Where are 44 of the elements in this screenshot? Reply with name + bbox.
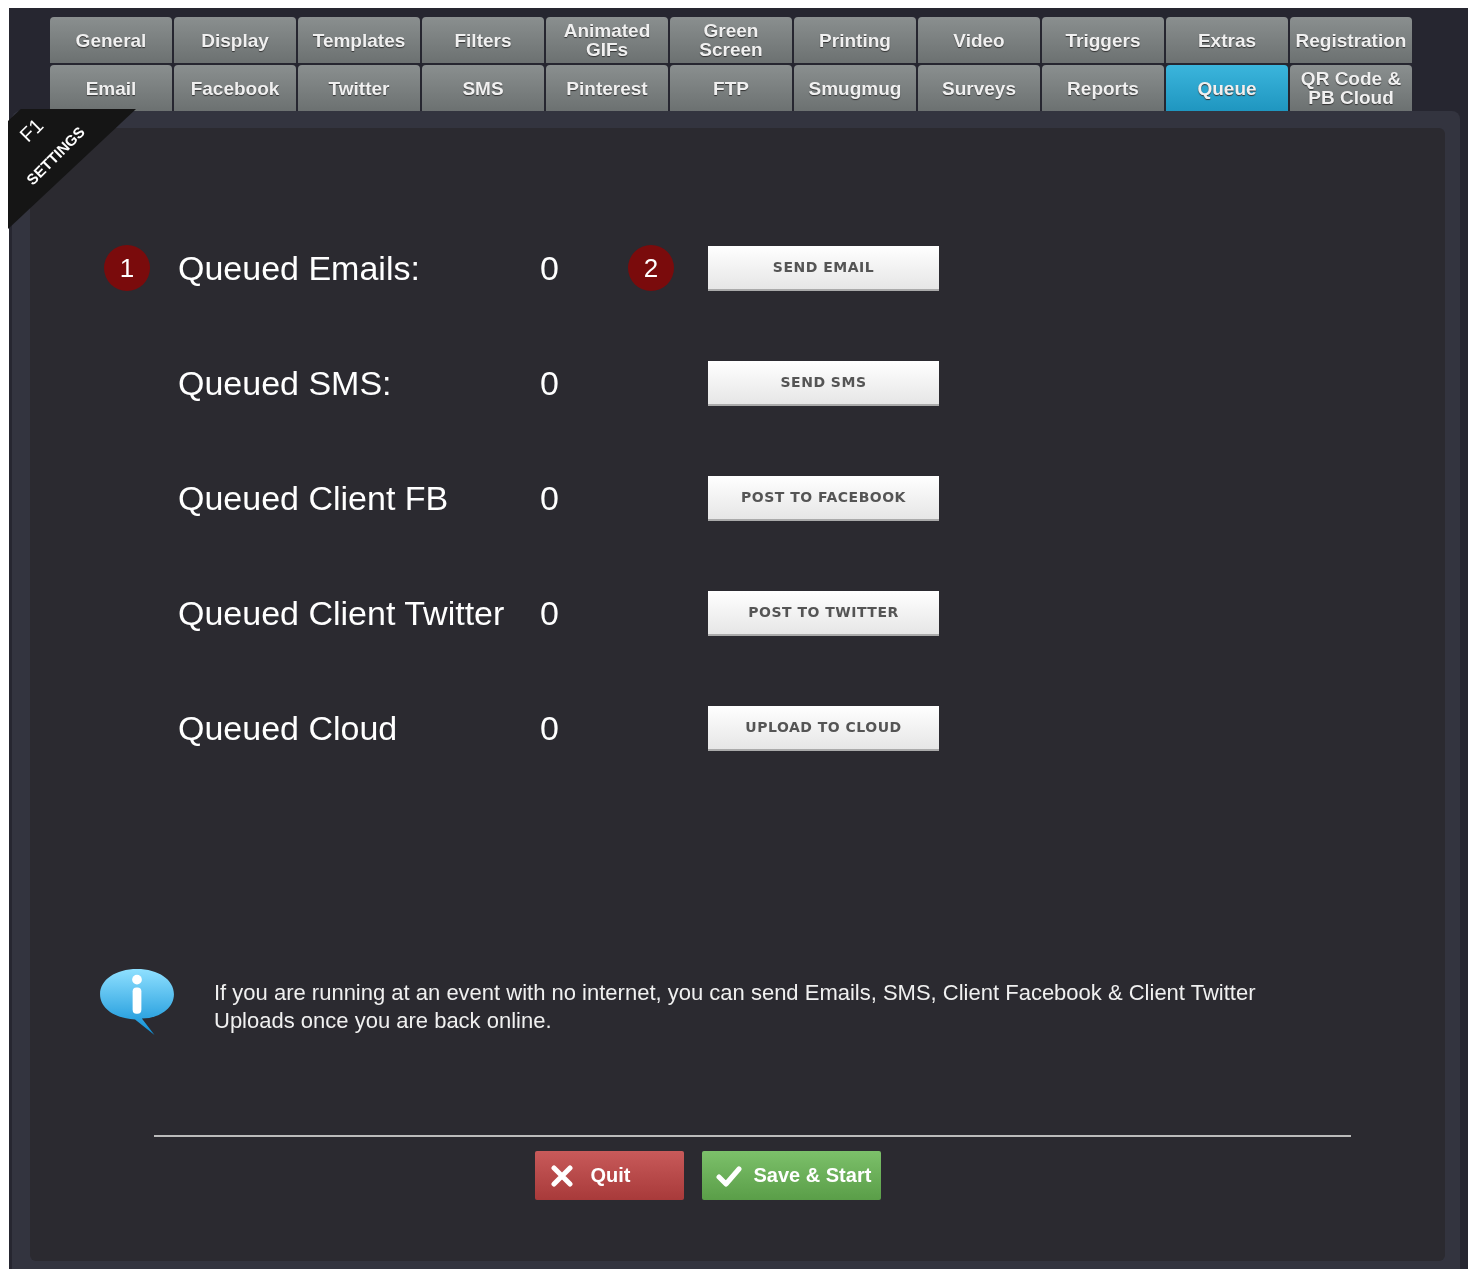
queue-label: Queued Client FB	[178, 478, 450, 518]
queue-label: Queued Emails:	[178, 248, 421, 288]
queue-count: 0	[540, 708, 560, 748]
settings-tab[interactable]: SMS	[422, 65, 544, 111]
send-button[interactable]: SEND EMAIL	[708, 245, 939, 291]
settings-tab[interactable]: Templates	[298, 17, 420, 63]
step-badge: 2	[628, 245, 674, 291]
settings-tab[interactable]: Extras	[1166, 17, 1288, 63]
send-button[interactable]: SEND SMS	[708, 360, 939, 406]
settings-tab[interactable]: Reports	[1042, 65, 1164, 111]
queue-label: Queued SMS:	[178, 363, 393, 403]
queue-count: 0	[540, 248, 560, 288]
footer-button[interactable]: Quit	[534, 1151, 684, 1200]
settings-tab[interactable]: FTP	[670, 65, 792, 111]
settings-tab[interactable]: Filters	[422, 17, 544, 63]
settings-tab[interactable]: General	[50, 17, 172, 63]
settings-tab[interactable]: Facebook	[174, 65, 296, 111]
settings-tab[interactable]: Display	[174, 17, 296, 63]
settings-tab[interactable]: Triggers	[1042, 17, 1164, 63]
settings-tab[interactable]: Animated GIFs	[546, 17, 668, 63]
settings-tab[interactable]: Pinterest	[546, 65, 668, 111]
step-badge: 1	[104, 245, 150, 291]
footer-button[interactable]: Save & Start	[701, 1151, 881, 1200]
settings-tab[interactable]: Email	[50, 65, 172, 111]
settings-tab[interactable]: Smugmug	[794, 65, 916, 111]
send-button[interactable]: POST TO TWITTER	[708, 590, 939, 636]
queue-count: 0	[540, 478, 560, 518]
settings-tab[interactable]: Video	[918, 17, 1040, 63]
settings-tab[interactable]: Registration	[1290, 17, 1412, 63]
queue-count: 0	[540, 593, 560, 633]
close-icon	[550, 1164, 573, 1187]
queue-label: Queued Client Twitter	[178, 593, 506, 633]
settings-tab[interactable]: Printing	[794, 17, 916, 63]
queue-label: Queued Cloud	[178, 708, 399, 748]
settings-tab[interactable]: Twitter	[298, 65, 420, 111]
queue-count: 0	[540, 363, 560, 403]
settings-tab[interactable]: Green Screen	[670, 17, 792, 63]
info-text: If you are running at an event with no internet, you can send Emails, SMS, Client Facebook & Client Twitter Uploads once you are back online.	[214, 979, 1257, 1035]
settings-tab[interactable]: Surveys	[918, 65, 1040, 111]
settings-tab[interactable]: Queue	[1166, 65, 1288, 111]
send-button[interactable]: UPLOAD TO CLOUD	[708, 705, 939, 751]
checkmark-icon	[715, 1164, 742, 1187]
send-button[interactable]: POST TO FACEBOOK	[708, 475, 939, 521]
settings-tab[interactable]: QR Code & PB Cloud	[1290, 65, 1412, 111]
